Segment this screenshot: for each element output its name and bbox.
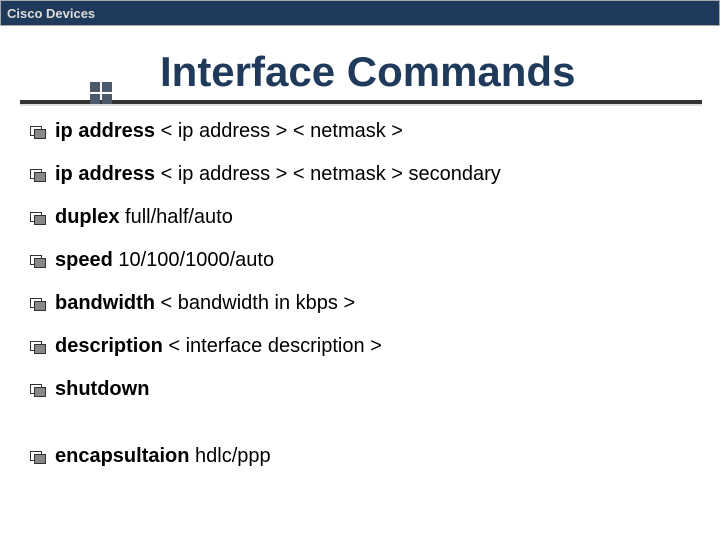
bullet-icon [30, 212, 45, 224]
args: < ip address > < netmask > secondary [155, 163, 501, 185]
header-title: Cisco Devices [7, 6, 95, 21]
cmd: shutdown [55, 378, 149, 400]
bullet-icon [30, 298, 45, 310]
args: 10/100/1000/auto [113, 249, 274, 271]
cmd: ip address [55, 163, 155, 185]
bullet-icon [30, 169, 45, 181]
list-item: ip address < ip address > < netmask > se… [30, 163, 720, 186]
args: full/half/auto [119, 206, 232, 228]
bullet-icon [30, 384, 45, 396]
args: < ip address > < netmask > [155, 120, 403, 142]
bullet-icon [30, 341, 45, 353]
args: < interface description > [163, 335, 382, 357]
list-item: encapsultaion hdlc/ppp [30, 445, 720, 468]
cmd: bandwidth [55, 292, 155, 314]
command-list: ip address < ip address > < netmask > ip… [30, 120, 720, 468]
gap [30, 421, 720, 445]
bullet-icon [30, 126, 45, 138]
title-decor-icon [90, 82, 112, 104]
title-row: Interface Commands [110, 48, 720, 96]
slide-title: Interface Commands [160, 48, 575, 96]
title-underline [20, 100, 702, 104]
list-item: description < interface description > [30, 335, 720, 358]
cmd: ip address [55, 120, 155, 142]
bullet-icon [30, 255, 45, 267]
list-item: duplex full/half/auto [30, 206, 720, 229]
cmd: speed [55, 249, 113, 271]
header-bar: Cisco Devices [0, 0, 720, 26]
args: hdlc/ppp [189, 445, 270, 467]
list-item: ip address < ip address > < netmask > [30, 120, 720, 143]
cmd: duplex [55, 206, 119, 228]
cmd: description [55, 335, 163, 357]
args: < bandwidth in kbps > [155, 292, 355, 314]
list-item: speed 10/100/1000/auto [30, 249, 720, 272]
list-item: shutdown [30, 378, 720, 401]
cmd: encapsultaion [55, 445, 189, 467]
bullet-icon [30, 451, 45, 463]
list-item: bandwidth < bandwidth in kbps > [30, 292, 720, 315]
